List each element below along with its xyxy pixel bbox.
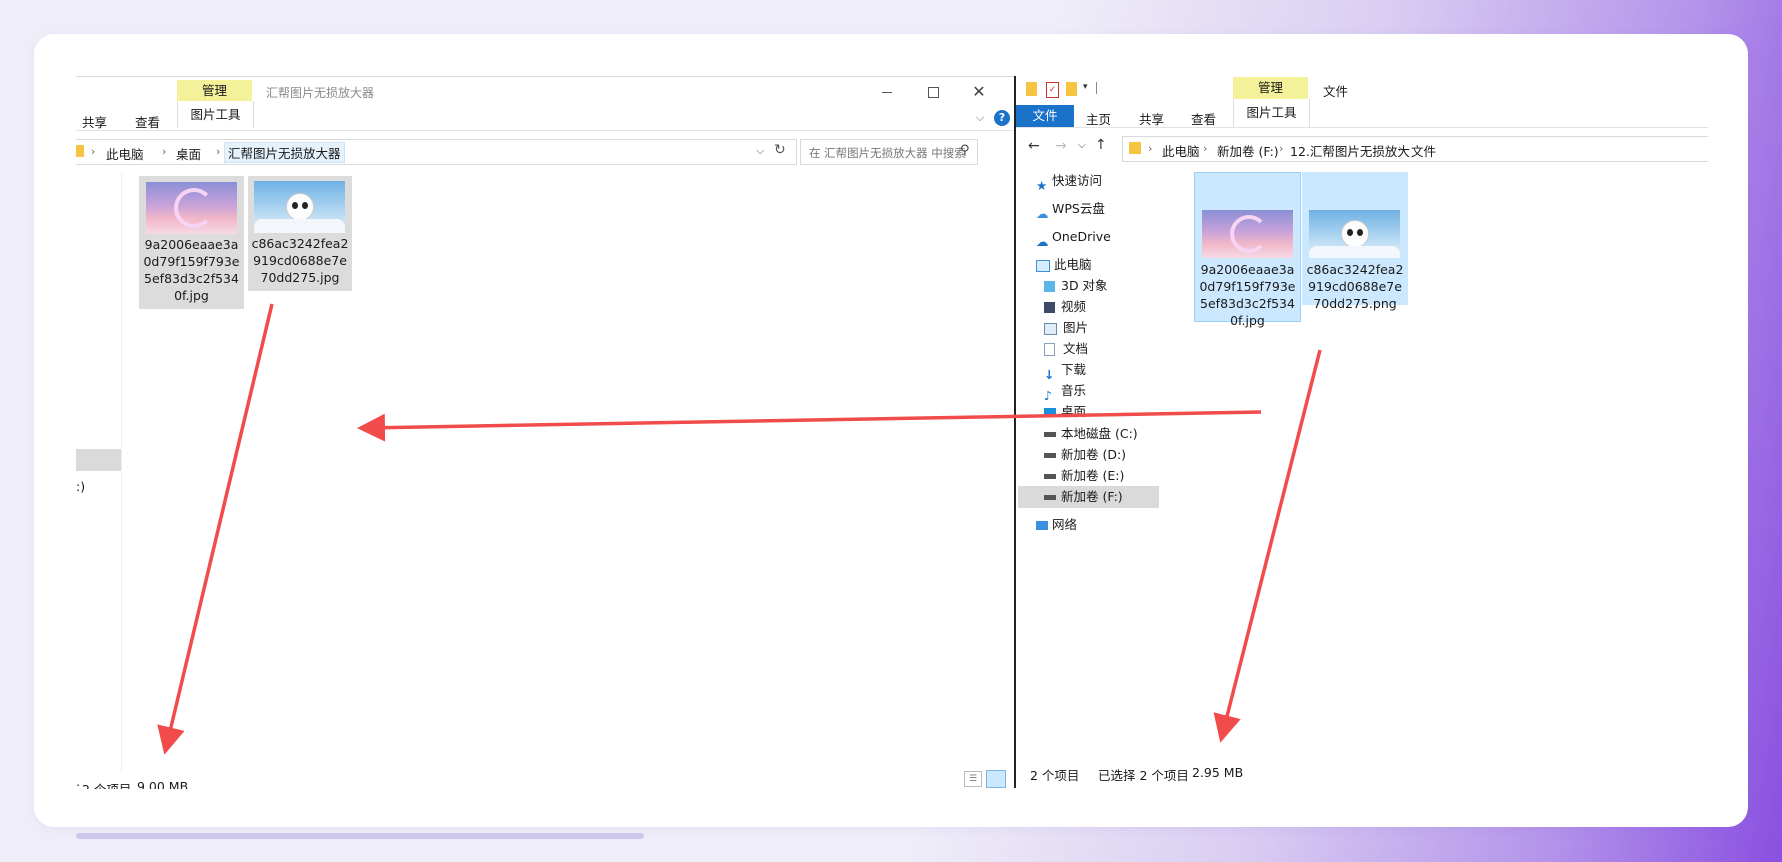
arrow-down-left <box>157 303 274 755</box>
arrow-down-right <box>1213 349 1322 743</box>
arrow-horizontal <box>357 410 1262 442</box>
annotation-arrows <box>157 303 1322 755</box>
